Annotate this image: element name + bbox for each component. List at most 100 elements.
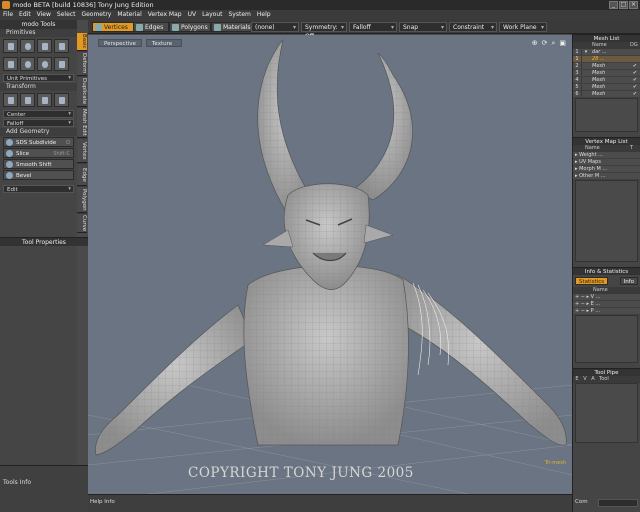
tab-statistics[interactable]: Statistics — [575, 277, 609, 285]
minimize-button[interactable]: _ — [609, 1, 618, 9]
left-falloff-dropdown[interactable]: Falloff — [3, 119, 74, 127]
capsule-tool[interactable] — [3, 57, 18, 71]
ellipsoid-tool[interactable] — [37, 57, 52, 71]
falloff-dropdown[interactable]: Falloff — [349, 22, 397, 32]
vertex-map-list-header[interactable]: Vertex Map List — [573, 137, 640, 145]
menu-edit[interactable]: Edit — [19, 10, 31, 20]
capsule-icon — [8, 61, 14, 68]
vertex-map-col-type[interactable]: T — [630, 145, 640, 152]
scale-tool[interactable] — [37, 93, 52, 107]
tab-polygon[interactable]: Polygon — [77, 187, 87, 213]
menu-system[interactable]: System — [229, 10, 251, 20]
app-icon — [2, 1, 10, 9]
torus-icon — [25, 61, 31, 68]
mesh-list-col-name[interactable]: Name — [590, 42, 630, 49]
close-button[interactable]: × — [629, 1, 638, 9]
table-row[interactable]: 1 28 ... — [573, 56, 640, 63]
tab-deform[interactable]: Deform — [77, 52, 87, 76]
cube-tool[interactable] — [3, 39, 18, 53]
smooth-shift-button[interactable]: Smooth Shift — [3, 159, 74, 169]
visibility-check-icon[interactable]: ✔ — [630, 63, 640, 69]
rotate-view-icon[interactable]: ⟳ — [542, 39, 548, 47]
center-dropdown[interactable]: Center — [3, 110, 74, 118]
list-item[interactable]: + − ▸ P ... — [573, 308, 640, 315]
menu-geometry[interactable]: Geometry — [81, 10, 111, 20]
mesh-list-col-dg[interactable]: DG — [630, 42, 640, 49]
tab-mesh-edit[interactable]: Mesh Edit — [77, 108, 87, 138]
unit-primitives-dropdown[interactable]: Unit Primitives — [3, 74, 74, 82]
plus-icon[interactable]: + − ▸ — [575, 294, 591, 300]
menu-material[interactable]: Material — [117, 10, 141, 20]
table-row[interactable]: 5 Mesh ✔ — [573, 84, 640, 91]
visibility-check-icon[interactable]: ✔ — [630, 91, 640, 97]
zoom-icon[interactable]: ⌕ — [551, 39, 555, 47]
maximize-view-icon[interactable]: ▣ — [559, 39, 566, 47]
menu-layout[interactable]: Layout — [202, 10, 222, 20]
list-item[interactable]: ▸ Morph M ... — [573, 166, 640, 173]
menu-uv[interactable]: UV — [188, 10, 197, 20]
cylinder-tool[interactable] — [37, 39, 52, 53]
maximize-button[interactable]: □ — [619, 1, 628, 9]
mesh-list-header[interactable]: Mesh List — [573, 34, 640, 42]
tool-pipe-header[interactable]: Tool Pipe — [573, 368, 640, 376]
pen-tool[interactable] — [54, 57, 69, 71]
expand-icon[interactable]: ▾ — [582, 49, 590, 55]
list-item[interactable]: ▸ Weight ... — [573, 152, 640, 159]
vertex-map-col-name[interactable]: Name — [583, 145, 630, 152]
work-plane-dropdown[interactable]: Work Plane — [499, 22, 547, 32]
texture-view-tab[interactable]: Texture — [146, 39, 182, 47]
move-tool[interactable] — [3, 93, 18, 107]
pan-icon[interactable]: ⊕ — [532, 39, 538, 47]
plus-icon[interactable]: + − ▸ — [575, 301, 591, 307]
tab-duplicate[interactable]: Duplicate — [77, 77, 87, 107]
table-row[interactable]: 1 ▾ dar ... — [573, 49, 640, 56]
command-input[interactable] — [598, 499, 638, 507]
demon-model-render — [88, 38, 572, 494]
cone-tool[interactable] — [54, 39, 69, 53]
table-row[interactable]: 2 Mesh ✔ — [573, 63, 640, 70]
visibility-check-icon[interactable]: ✔ — [630, 77, 640, 83]
3d-viewport[interactable]: Perspective Texture ⊕ ⟳ ⌕ ▣ COPYRIGHT TO… — [88, 35, 572, 494]
tab-vertex[interactable]: Vertex — [77, 139, 87, 163]
selection-set-dropdown[interactable]: (none) — [251, 22, 299, 32]
symmetry-dropdown[interactable]: Symmetry: Off — [301, 22, 347, 40]
tab-edge[interactable]: Edge — [77, 164, 87, 186]
snap-dropdown[interactable]: Snap — [399, 22, 447, 32]
constraint-dropdown[interactable]: Constraint — [449, 22, 497, 32]
tool-properties-header[interactable]: Tool Properties — [0, 237, 88, 246]
edit-dropdown[interactable]: Edit — [3, 185, 74, 193]
list-item[interactable]: ▸ UV Maps — [573, 159, 640, 166]
sphere-tool[interactable] — [20, 39, 35, 53]
list-item[interactable]: ▸ Other M ... — [573, 173, 640, 180]
list-item[interactable]: + − ▸ E ... — [573, 301, 640, 308]
tab-curve[interactable]: Curve — [77, 214, 87, 233]
polygons-mode-button[interactable]: Polygons — [169, 22, 211, 32]
visibility-check-icon[interactable]: ✔ — [630, 84, 640, 90]
sds-subdivide-button[interactable]: SDS Subdivide D — [3, 137, 74, 147]
table-row[interactable]: 4 Mesh ✔ — [573, 77, 640, 84]
plus-icon[interactable]: + − ▸ — [575, 308, 591, 314]
vertices-mode-button[interactable]: Vertices — [92, 22, 134, 32]
bevel-button[interactable]: Bevel — [3, 170, 74, 180]
rotate-tool[interactable] — [20, 93, 35, 107]
menu-file[interactable]: File — [3, 10, 13, 20]
menu-help[interactable]: Help — [257, 10, 271, 20]
table-row[interactable]: 3 Mesh ✔ — [573, 70, 640, 77]
edges-mode-button[interactable]: Edges — [133, 22, 169, 32]
help-info-bar: Help Info — [88, 494, 572, 512]
menu-view[interactable]: View — [37, 10, 51, 20]
info-statistics-header[interactable]: Info & Statistics — [573, 267, 640, 275]
transform-tool[interactable] — [54, 93, 69, 107]
torus-tool[interactable] — [20, 57, 35, 71]
table-row[interactable]: 6 Mesh ✔ — [573, 91, 640, 98]
help-info-label: Help Info — [90, 499, 115, 505]
tab-basic[interactable]: Basic — [77, 33, 87, 51]
menu-vertex-map[interactable]: Vertex Map — [148, 10, 182, 20]
tab-info[interactable]: Info — [619, 277, 638, 285]
perspective-view-tab[interactable]: Perspective — [98, 39, 142, 47]
visibility-check-icon[interactable]: ✔ — [630, 70, 640, 76]
materials-mode-button[interactable]: Materials — [211, 22, 253, 32]
slice-button[interactable]: Slice Shift-C — [3, 148, 74, 158]
menu-select[interactable]: Select — [57, 10, 76, 20]
list-item[interactable]: + − ▸ V ... — [573, 294, 640, 301]
